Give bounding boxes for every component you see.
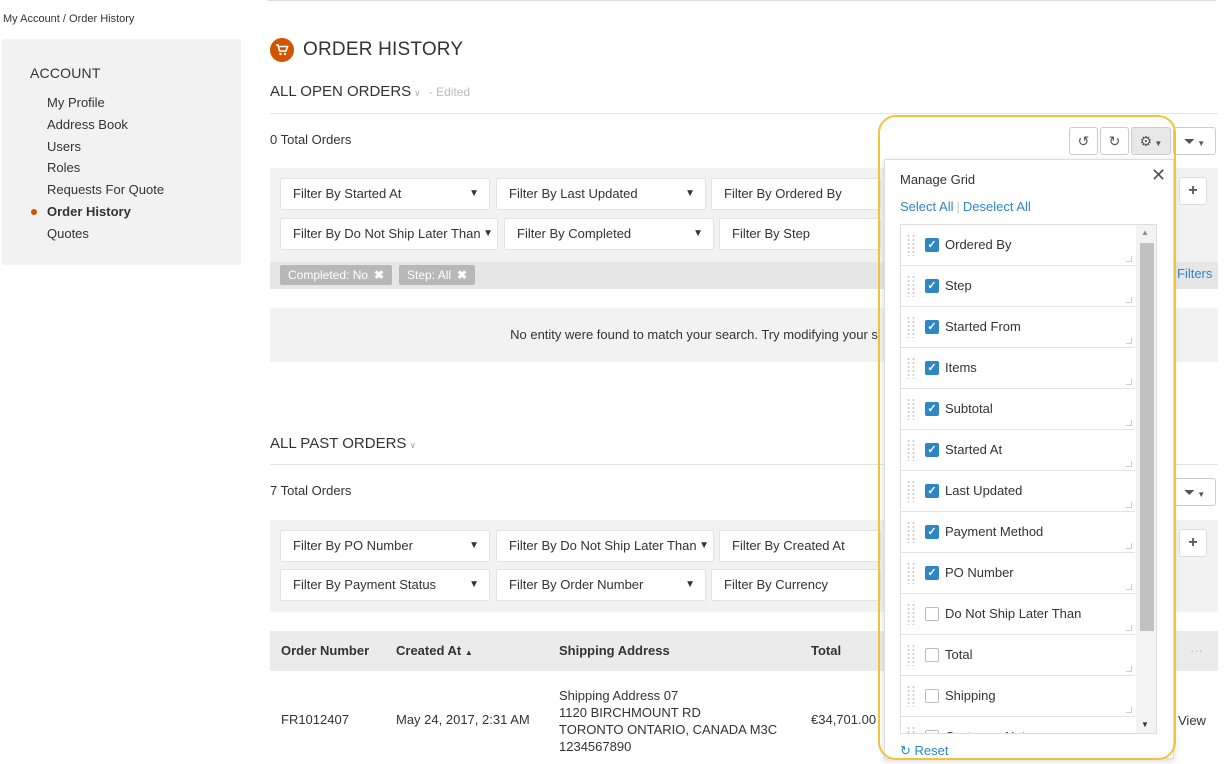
caret-down-icon: ▼ [685,579,695,590]
chip-step[interactable]: Step: All ✖ [399,265,476,285]
filter-do-not-ship-later-than[interactable]: Filter By Do Not Ship Later Than ▼ [496,530,714,562]
column-created-at[interactable]: Created At ▲ [396,631,473,673]
sidebar-item-users[interactable]: Users [47,136,164,158]
filter-do-not-ship-later-than[interactable]: Filter By Do Not Ship Later Than ▼ [280,218,498,250]
caret-down-icon: ▼ [469,540,479,551]
filter-label: Filter By Currency [724,577,829,592]
shipping-address-cell: Shipping Address 07 1120 BIRCHMOUNT RD T… [559,687,777,755]
filter-label: Filter By Do Not Ship Later Than [293,226,481,241]
sidebar-item-order-history[interactable]: Order History [30,201,164,223]
filter-label: Filter By Completed [517,226,632,241]
sidebar-heading: ACCOUNT [30,65,101,81]
chip-label: Completed: No [288,268,369,282]
filter-currency[interactable]: Filter By Currency [711,569,881,601]
filter-payment-status[interactable]: Filter By Payment Status ▼ [280,569,490,601]
sort-asc-icon: ▲ [464,648,473,657]
address-line: Shipping Address 07 [559,688,679,703]
filters-link[interactable]: Filters [1177,266,1212,281]
filter-label: Filter By Started At [293,186,402,201]
filter-icon: ⏷ [1183,133,1196,149]
plus-icon: + [1188,182,1198,199]
cart-icon [270,38,294,62]
caret-down-icon: ▼ [699,540,709,551]
chip-label: Step: All [407,268,452,282]
filter-order-number[interactable]: Filter By Order Number ▼ [496,569,706,601]
close-icon[interactable]: ✖ [457,268,467,282]
column-total[interactable]: Total [811,631,841,671]
filter-label: Filter By Do Not Ship Later Than [509,538,697,553]
filter-ordered-by[interactable]: Filter By Ordered By [711,178,881,210]
top-divider [268,0,1216,1]
divider [270,113,1218,114]
caret-down-icon: ▼ [693,228,703,239]
close-icon[interactable]: ✖ [374,268,384,282]
column-order-number[interactable]: Order Number [281,631,369,671]
empty-message: No entity were found to match your searc… [510,327,878,342]
add-filter-button[interactable]: + [1179,177,1207,205]
past-orders-title: ALL PAST ORDERS [270,435,407,452]
caret-down-icon: ▼ [469,579,479,590]
filter-toggle-button[interactable]: ⏷ ▼ [1173,478,1216,506]
order-number-cell: FR1012407 [281,712,349,727]
page-title: ORDER HISTORY [303,39,464,60]
filter-label: Filter By Last Updated [509,186,638,201]
chevron-down-icon: ∨ [409,440,417,450]
sidebar-item-quotes[interactable]: Quotes [47,223,164,245]
sidebar-item-my-profile[interactable]: My Profile [47,92,164,114]
open-orders-total: 0 Total Orders [270,132,352,147]
address-line: 1120 BIRCHMOUNT RD [559,705,701,720]
filter-label: Filter By Step [732,226,811,241]
caret-down-icon: ▼ [1195,490,1206,499]
breadcrumb: My Account / Order History [3,13,135,25]
address-line: 1234567890 [559,739,632,754]
total-cell: €34,701.00 [811,712,877,727]
filter-label: Filter By Created At [732,538,845,553]
filter-label: Filter By Order Number [509,577,644,592]
filter-started-at[interactable]: Filter By Started At ▼ [280,178,490,210]
chip-completed[interactable]: Completed: No ✖ [280,265,393,285]
past-orders-header[interactable]: ALL PAST ORDERS ∨ [270,435,416,452]
past-orders-total: 7 Total Orders [270,483,352,498]
sidebar-nav: My Profile Address Book Users Roles Requ… [30,92,164,245]
caret-down-icon: ▼ [483,228,493,239]
highlight-outline [878,115,1176,760]
filter-completed[interactable]: Filter By Completed ▼ [504,218,714,250]
filter-label: Filter By Payment Status [293,577,437,592]
open-orders-header[interactable]: ALL OPEN ORDERS ∨ - Edited [270,83,470,100]
filter-step[interactable]: Filter By Step [719,218,881,250]
filter-icon: ⏷ [1183,484,1196,500]
sidebar-item-requests-for-quote[interactable]: Requests For Quote [47,179,164,201]
filter-label: Filter By Ordered By [724,186,842,201]
more-icon[interactable]: ··· [1190,631,1203,671]
view-order-link[interactable]: View [1178,713,1206,728]
filter-label: Filter By PO Number [293,538,413,553]
account-sidebar: ACCOUNT My Profile Address Book Users Ro… [2,39,241,265]
filter-created-at[interactable]: Filter By Created At [719,530,881,562]
caret-down-icon: ▼ [469,188,479,199]
sidebar-item-roles[interactable]: Roles [47,157,164,179]
address-line: TORONTO ONTARIO, CANADA M3C [559,722,778,737]
caret-down-icon: ▼ [685,188,695,199]
column-label: Created At [396,643,462,658]
created-at-cell: May 24, 2017, 2:31 AM [396,712,530,727]
plus-icon: + [1188,534,1198,551]
filter-po-number[interactable]: Filter By PO Number ▼ [280,530,490,562]
sidebar-item-address-book[interactable]: Address Book [47,114,164,136]
add-filter-button[interactable]: + [1179,529,1207,557]
open-orders-title: ALL OPEN ORDERS [270,83,412,100]
filter-last-updated[interactable]: Filter By Last Updated ▼ [496,178,706,210]
filter-toggle-button[interactable]: ⏷ ▼ [1173,127,1216,155]
column-shipping-address[interactable]: Shipping Address [559,631,670,671]
chevron-down-icon: ∨ [414,88,421,98]
caret-down-icon: ▼ [1195,139,1206,148]
edited-label: - Edited [428,85,471,99]
